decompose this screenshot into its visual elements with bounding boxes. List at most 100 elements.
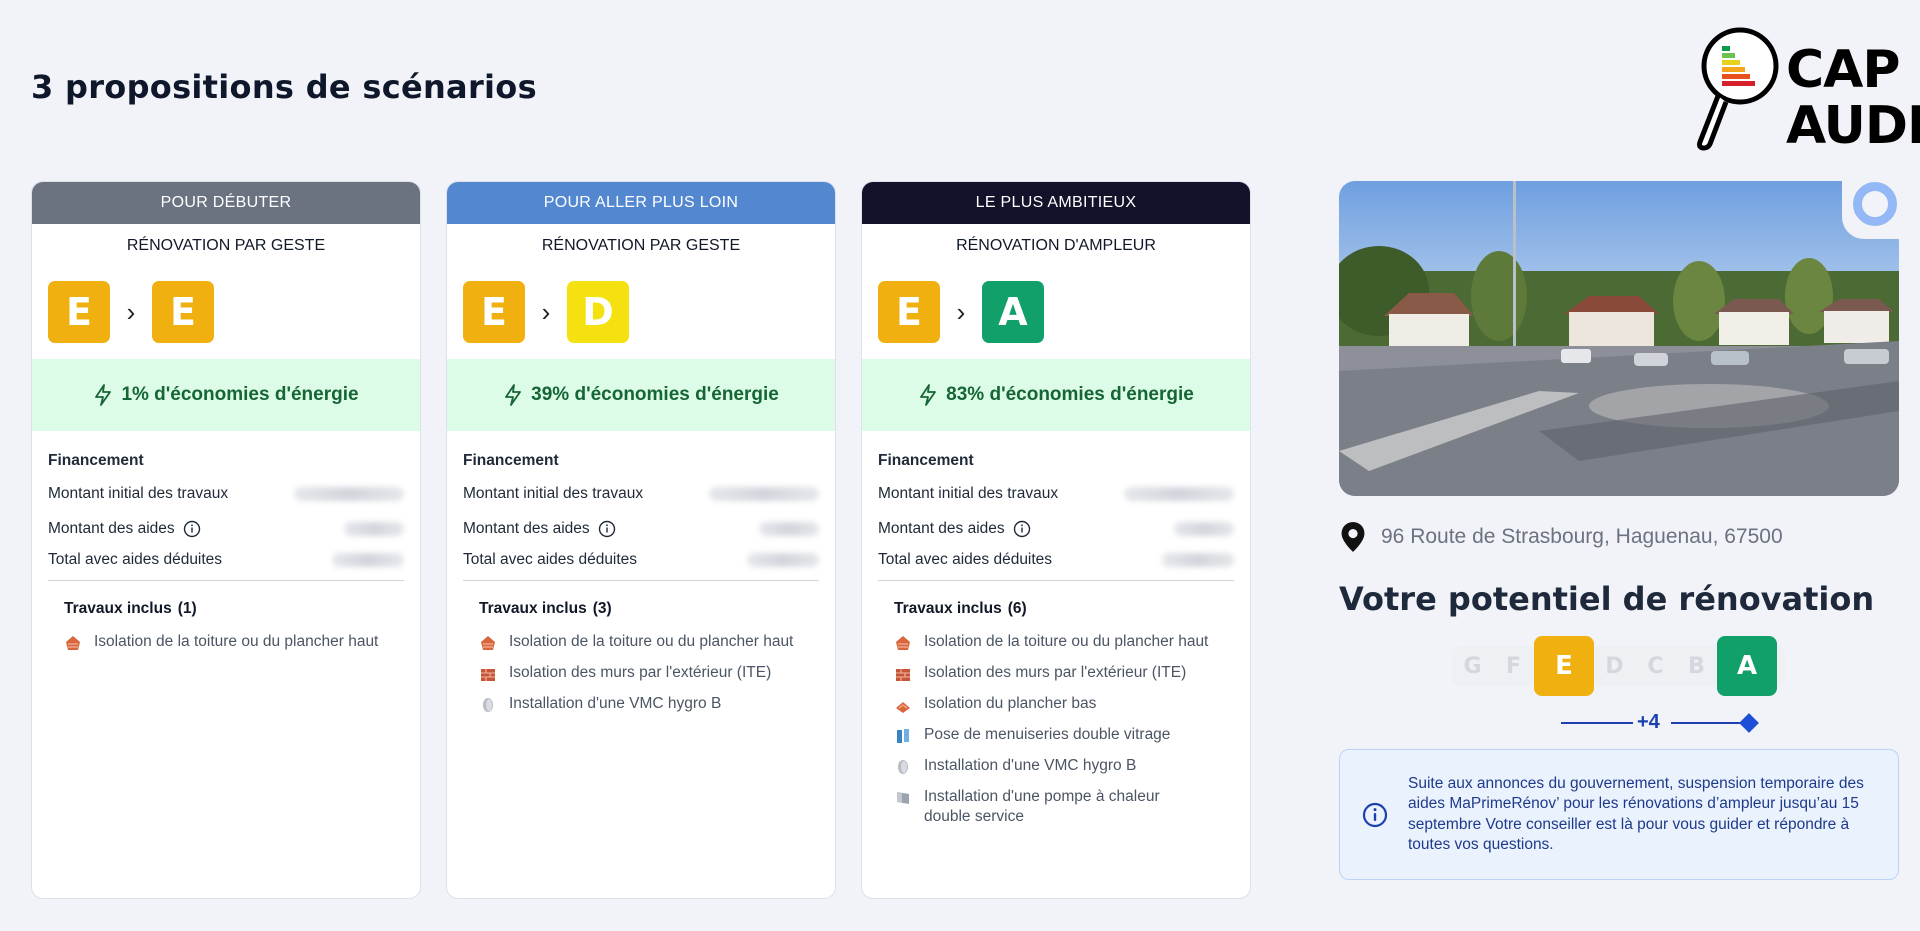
work-item-label: Isolation de la toiture ou du plancher h…: [509, 633, 794, 650]
aids-amount-row: Montant des aides: [463, 512, 819, 546]
total-amount-value-blurred: [332, 553, 404, 567]
grade-transition: E › E: [48, 281, 420, 343]
energy-savings-banner: 39% d'économies d'énergie: [447, 359, 835, 431]
lightning-icon: [920, 384, 937, 406]
location-pin-icon: [1341, 522, 1365, 552]
work-item: Installation d'une VMC hygro B: [894, 756, 1230, 776]
works-count: (3): [592, 600, 612, 617]
chevron-right-icon: ›: [126, 296, 136, 327]
work-item-label: Isolation de la toiture ou du plancher h…: [924, 633, 1209, 650]
page-title: 3 propositions de scénarios: [31, 68, 537, 106]
scale-grade-e: E: [1534, 636, 1594, 696]
work-item: Isolation de la toiture ou du plancher h…: [894, 632, 1230, 652]
info-icon[interactable]: [598, 520, 616, 538]
scenario-card[interactable]: POUR DÉBUTER RÉNOVATION PAR GESTE E › E …: [31, 181, 421, 899]
initial-amount-row: Montant initial des travaux: [463, 476, 819, 512]
floor-insulation-icon: [894, 696, 912, 714]
divider: [463, 580, 819, 581]
works-count: (6): [1007, 600, 1027, 617]
initial-amount-value-blurred: [1124, 487, 1234, 501]
target-grade-badge: D: [567, 281, 629, 343]
works-title: Travaux inclus (1): [64, 600, 400, 632]
initial-amount-label: Montant initial des travaux: [48, 485, 229, 502]
work-item-label: Isolation de la toiture ou du plancher h…: [94, 633, 379, 650]
work-item: Isolation des murs par l'extérieur (ITE): [894, 663, 1230, 683]
aids-amount-label: Montant des aides: [48, 520, 175, 537]
work-item-label: Isolation des murs par l'extérieur (ITE): [509, 664, 772, 681]
gain-line-left: [1561, 722, 1633, 724]
roof-insulation-icon: [64, 634, 82, 652]
gain-value: +4: [1637, 711, 1660, 733]
logo-line-1: CAP: [1786, 40, 1901, 100]
financing-section: Financement Montant initial des travaux …: [463, 446, 819, 581]
address-text: 96 Route de Strasbourg, Haguenau, 67500: [1381, 525, 1783, 548]
energy-scale: GFEDCBA: [1452, 636, 1785, 696]
energy-savings-banner: 83% d'économies d'énergie: [862, 359, 1250, 431]
total-amount-label: Total avec aides déduites: [48, 551, 223, 568]
cap-audit-logo[interactable]: CAP AUDIT: [1694, 24, 1920, 154]
info-icon[interactable]: [1013, 520, 1031, 538]
work-item: Isolation des murs par l'extérieur (ITE): [479, 663, 815, 683]
roof-insulation-icon: [894, 634, 912, 652]
energy-savings-text: 83% d'économies d'énergie: [946, 384, 1194, 405]
work-item: Installation d'une VMC hygro B: [479, 694, 815, 714]
scale-grade-g: G: [1463, 653, 1482, 679]
target-grade-badge: A: [982, 281, 1044, 343]
works-count: (1): [177, 600, 197, 617]
heat-pump-icon: [894, 789, 912, 807]
info-icon[interactable]: [183, 520, 201, 538]
aids-amount-row: Montant des aides: [878, 512, 1234, 546]
work-item-label: Isolation du plancher bas: [924, 695, 1097, 712]
works-title: Travaux inclus (3): [479, 600, 815, 632]
initial-amount-value-blurred: [709, 487, 819, 501]
energy-savings-text: 39% d'économies d'énergie: [531, 384, 779, 405]
card-subtitle: RÉNOVATION D'AMPLEUR: [956, 237, 1156, 254]
works-section: Travaux inclus (6) Isolation de la toitu…: [894, 600, 1230, 838]
scale-grade-c: C: [1647, 653, 1664, 679]
financing-section: Financement Montant initial des travaux …: [878, 446, 1234, 581]
initial-amount-value-blurred: [294, 487, 404, 501]
potential-title: Votre potentiel de rénovation: [1339, 580, 1875, 618]
financing-title: Financement: [48, 452, 144, 469]
logo-line-2: AUDIT: [1786, 96, 1920, 156]
total-amount-row: Total avec aides déduites: [48, 546, 404, 574]
current-grade-badge: E: [48, 281, 110, 343]
info-icon: [1362, 802, 1388, 827]
work-item: Pose de menuiseries double vitrage: [894, 725, 1230, 745]
total-amount-value-blurred: [747, 553, 819, 567]
scenario-card[interactable]: POUR ALLER PLUS LOIN RÉNOVATION PAR GEST…: [446, 181, 836, 899]
notice-text: Suite aux annonces du gouvernement, susp…: [1408, 774, 1864, 854]
works-section: Travaux inclus (1) Isolation de la toitu…: [64, 600, 400, 663]
works-title-label: Travaux inclus: [479, 600, 587, 617]
work-item-label: Installation d'une pompe à chaleur doubl…: [924, 788, 1160, 825]
initial-amount-label: Montant initial des travaux: [463, 485, 644, 502]
card-subtitle: RÉNOVATION PAR GESTE: [541, 237, 741, 254]
wall-insulation-icon: [894, 665, 912, 683]
scale-grade-a: A: [1717, 636, 1777, 696]
lightning-icon: [95, 384, 112, 406]
energy-savings-text: 1% d'économies d'énergie: [121, 384, 359, 405]
current-grade-badge: E: [463, 281, 525, 343]
gain-indicator: +4: [1561, 711, 1761, 735]
works-title-label: Travaux inclus: [64, 600, 172, 617]
aids-amount-row: Montant des aides: [48, 512, 404, 546]
financing-title: Financement: [463, 452, 559, 469]
target-grade-badge: E: [152, 281, 214, 343]
photo-toggle-dot[interactable]: [1853, 182, 1897, 226]
initial-amount-label: Montant initial des travaux: [878, 485, 1059, 502]
total-amount-row: Total avec aides déduites: [463, 546, 819, 574]
lightning-icon: [505, 384, 522, 406]
wall-insulation-icon: [479, 665, 497, 683]
scenario-card[interactable]: LE PLUS AMBITIEUX RÉNOVATION D'AMPLEUR E…: [861, 181, 1251, 899]
total-amount-label: Total avec aides déduites: [463, 551, 638, 568]
total-amount-label: Total avec aides déduites: [878, 551, 1053, 568]
initial-amount-row: Montant initial des travaux: [878, 476, 1234, 512]
work-item: Isolation de la toiture ou du plancher h…: [479, 632, 815, 652]
scale-grade-b: B: [1688, 653, 1705, 679]
work-item-label: Installation d'une VMC hygro B: [924, 757, 1137, 774]
initial-amount-row: Montant initial des travaux: [48, 476, 404, 512]
card-header: LE PLUS AMBITIEUX: [862, 182, 1250, 224]
aids-amount-value-blurred: [1174, 522, 1234, 536]
roof-insulation-icon: [479, 634, 497, 652]
aids-amount-label: Montant des aides: [878, 520, 1005, 537]
